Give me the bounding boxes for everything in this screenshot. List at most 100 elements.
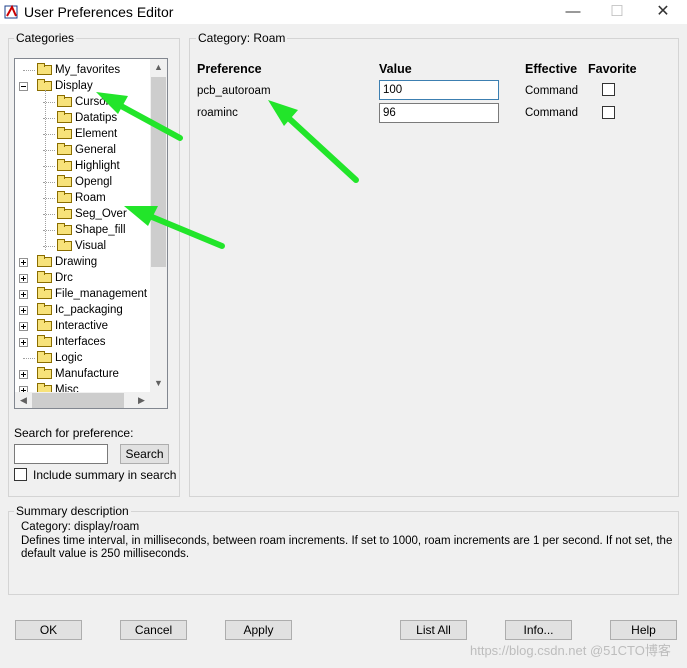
- value-input[interactable]: 100: [379, 80, 499, 100]
- tree-item-file_management[interactable]: File_management: [15, 286, 150, 302]
- tree-horizontal-scrollbar[interactable]: ◀ ▶: [15, 392, 150, 408]
- expand-icon[interactable]: [19, 290, 28, 299]
- tree-item-label: Visual: [75, 240, 107, 252]
- cancel-button[interactable]: Cancel: [120, 620, 187, 640]
- tree-item-datatips[interactable]: Datatips: [15, 110, 150, 126]
- folder-icon: [37, 271, 52, 283]
- scroll-right-icon[interactable]: ▶: [133, 392, 150, 408]
- favorite-checkbox[interactable]: [602, 83, 615, 96]
- collapse-icon[interactable]: [19, 82, 28, 91]
- minimize-button[interactable]: —: [550, 0, 596, 24]
- category-tree[interactable]: My_favorites Display Cursor Datatips Element…: [14, 58, 168, 409]
- tree-connector: [23, 70, 35, 71]
- tree-item-general[interactable]: General: [15, 142, 150, 158]
- tree-item-shape_fill[interactable]: Shape_fill: [15, 222, 150, 238]
- folder-icon: [37, 351, 52, 363]
- tree-item-ic_packaging[interactable]: Ic_packaging: [15, 302, 150, 318]
- tree-item-label: My_favorites: [55, 64, 121, 76]
- effective-column-header: Effective: [525, 62, 578, 76]
- folder-icon: [37, 319, 52, 331]
- help-button[interactable]: Help: [610, 620, 677, 640]
- tree-item-highlight[interactable]: Highlight: [15, 158, 150, 174]
- value-column-header: Value: [379, 62, 412, 76]
- value-input[interactable]: 96: [379, 103, 499, 123]
- folder-icon: [37, 367, 52, 379]
- window-title: User Preferences Editor: [24, 4, 174, 20]
- favorite-checkbox[interactable]: [602, 106, 615, 119]
- tree-item-interfaces[interactable]: Interfaces: [15, 334, 150, 350]
- list-all-button[interactable]: List All: [400, 620, 467, 640]
- tree-vertical-scrollbar[interactable]: ▲ ▼: [150, 59, 167, 392]
- tree-item-label: Misc: [55, 384, 79, 392]
- folder-icon: [37, 303, 52, 315]
- app-icon: [4, 4, 18, 19]
- include-summary-checkbox[interactable]: [14, 468, 27, 481]
- expand-icon[interactable]: [19, 306, 28, 315]
- summary-description-line: default value is 250 milliseconds.: [21, 548, 190, 560]
- expand-icon[interactable]: [19, 258, 28, 267]
- tree-item-drawing[interactable]: Drawing: [15, 254, 150, 270]
- categories-label: Categories: [14, 31, 77, 45]
- scroll-up-icon[interactable]: ▲: [150, 59, 167, 76]
- apply-button[interactable]: Apply: [225, 620, 292, 640]
- folder-icon: [57, 175, 72, 187]
- tree-item-label: Highlight: [75, 160, 120, 172]
- expand-icon[interactable]: [19, 274, 28, 283]
- scroll-left-icon[interactable]: ◀: [15, 392, 32, 408]
- tree-item-manufacture[interactable]: Manufacture: [15, 366, 150, 382]
- tree-item-element[interactable]: Element: [15, 126, 150, 142]
- folder-icon: [57, 143, 72, 155]
- tree-item-label: Shape_fill: [75, 224, 126, 236]
- search-label: Search for preference:: [14, 426, 134, 440]
- tree-item-label: Drawing: [55, 256, 98, 268]
- tree-item-logic[interactable]: Logic: [15, 350, 150, 366]
- tree-item-misc[interactable]: Misc: [15, 382, 150, 392]
- folder-icon: [37, 287, 52, 299]
- info-button[interactable]: Info...: [505, 620, 572, 640]
- tree-connector: [45, 90, 46, 250]
- tree-item-label: Cursor: [75, 96, 110, 108]
- tree-item-label: Roam: [75, 192, 106, 204]
- search-input[interactable]: [14, 444, 108, 464]
- folder-icon: [57, 207, 72, 219]
- scroll-corner: [150, 392, 167, 408]
- tree-item-visual[interactable]: Visual: [15, 238, 150, 254]
- summary-description-line: Defines time interval, in milliseconds, …: [21, 535, 673, 547]
- tree-item-label: Logic: [55, 352, 83, 364]
- category-tree-items: My_favorites Display Cursor Datatips Element…: [15, 59, 150, 392]
- summary-category-line: Category: display/roam: [21, 521, 140, 533]
- favorite-column-header: Favorite: [588, 62, 637, 76]
- tree-item-roam[interactable]: Roam: [15, 190, 150, 206]
- tree-item-label: Ic_packaging: [55, 304, 123, 316]
- close-button[interactable]: ✕: [640, 0, 686, 24]
- folder-icon: [57, 127, 72, 139]
- tree-item-drc[interactable]: Drc: [15, 270, 150, 286]
- expand-icon[interactable]: [19, 370, 28, 379]
- include-summary-label: Include summary in search: [33, 468, 177, 482]
- tree-item-label: Manufacture: [55, 368, 119, 380]
- category-panel-label: Category: Roam: [196, 31, 288, 45]
- tree-item-label: Display: [55, 80, 93, 92]
- tree-item-opengl[interactable]: Opengl: [15, 174, 150, 190]
- folder-icon: [57, 191, 72, 203]
- tree-connector: [23, 358, 35, 359]
- expand-icon[interactable]: [19, 322, 28, 331]
- tree-item-seg_over[interactable]: Seg_Over: [15, 206, 150, 222]
- summary-label: Summary description: [14, 504, 131, 518]
- watermark: https://blog.csdn.net @51CTO博客: [470, 643, 671, 658]
- scroll-down-icon[interactable]: ▼: [150, 375, 167, 392]
- hscroll-thumb[interactable]: [32, 393, 124, 408]
- folder-icon: [37, 63, 52, 75]
- tree-item-cursor[interactable]: Cursor: [15, 94, 150, 110]
- tree-item-interactive[interactable]: Interactive: [15, 318, 150, 334]
- folder-icon: [57, 95, 72, 107]
- tree-item-label: Datatips: [75, 112, 118, 124]
- tree-item-my_favorites[interactable]: My_favorites: [15, 62, 150, 78]
- scroll-thumb[interactable]: [151, 77, 166, 267]
- search-button[interactable]: Search: [120, 444, 169, 464]
- tree-item-display[interactable]: Display: [15, 78, 150, 94]
- maximize-button[interactable]: ☐: [594, 0, 640, 24]
- expand-icon[interactable]: [19, 338, 28, 347]
- ok-button[interactable]: OK: [15, 620, 82, 640]
- folder-icon: [37, 255, 52, 267]
